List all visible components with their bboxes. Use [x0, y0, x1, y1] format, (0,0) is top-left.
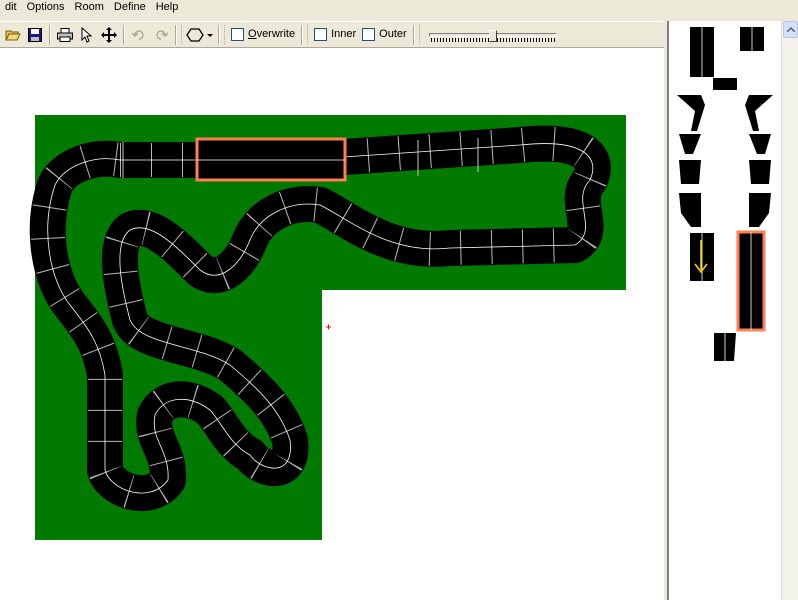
- palette-piece-start-straight[interactable]: [690, 233, 714, 281]
- palette-piece-curve-left-medium[interactable]: [679, 134, 701, 154]
- palette-pieces: [677, 27, 773, 361]
- chevron-up-icon: [786, 27, 795, 32]
- palette-piece-curve-right-tight[interactable]: [749, 193, 771, 227]
- undo-icon: [132, 29, 144, 40]
- toolbar-separator: [218, 24, 220, 45]
- palette-piece-long-straight[interactable]: [690, 27, 714, 77]
- open-button[interactable]: [2, 24, 24, 46]
- toolbar: Overwrite Inner Outer: [0, 21, 664, 48]
- menu-options[interactable]: Options: [22, 1, 70, 14]
- toolbar-grip: [307, 25, 310, 44]
- toolbar-grip: [224, 25, 227, 44]
- save-disk-icon: [28, 27, 42, 42]
- outer-checkbox[interactable]: [362, 28, 376, 41]
- redo-button[interactable]: [150, 24, 172, 46]
- palette-piece-curve-left-large[interactable]: [677, 95, 705, 131]
- menu-define[interactable]: Define: [109, 1, 151, 14]
- scroll-up-button[interactable]: [783, 21, 798, 38]
- toolbar-separator: [175, 24, 177, 45]
- palette-piece-curve-right-large[interactable]: [745, 95, 773, 131]
- slider-thumb[interactable]: [488, 29, 497, 42]
- zoom-slider[interactable]: [428, 27, 557, 43]
- redo-icon: [156, 29, 168, 40]
- palette-piece-crossing-straight[interactable]: [713, 78, 737, 90]
- selected-straight-piece[interactable]: [195, 137, 347, 182]
- select-tool-button[interactable]: [76, 24, 98, 46]
- open-folder-icon: [5, 30, 21, 40]
- toolbar-separator: [123, 24, 125, 45]
- inner-checkbox[interactable]: [314, 28, 328, 41]
- palette-piece-selected-straight[interactable]: [736, 230, 766, 332]
- move-tool-button[interactable]: [98, 24, 120, 46]
- print-button[interactable]: [54, 24, 76, 46]
- palette-scrollbar[interactable]: [781, 21, 798, 600]
- inner-label: Inner: [331, 28, 357, 40]
- menu-help[interactable]: Help: [151, 1, 184, 14]
- palette-piece-curve-right-medium[interactable]: [749, 134, 771, 154]
- move-cross-icon: [101, 26, 117, 43]
- menu-room[interactable]: Room: [70, 1, 109, 14]
- outer-label: Outer: [379, 28, 407, 40]
- track-piece-palette: [667, 21, 798, 600]
- undo-button[interactable]: [128, 24, 150, 46]
- arrow-pointer-icon: [81, 26, 93, 43]
- toolbar-grip: [181, 25, 184, 44]
- overwrite-checkbox-group[interactable]: Overwrite: [231, 28, 295, 41]
- toolbar-separator: [412, 24, 415, 45]
- menu-edit[interactable]: dit: [0, 1, 22, 14]
- save-button[interactable]: [24, 24, 46, 46]
- shape-dropdown-button[interactable]: [185, 24, 215, 46]
- design-canvas[interactable]: [0, 48, 664, 600]
- hexagon-dropdown-icon: [186, 27, 213, 42]
- outer-checkbox-group[interactable]: Outer: [362, 28, 407, 41]
- palette-piece-short-straight[interactable]: [740, 27, 764, 51]
- palette-piece-half-straight[interactable]: [714, 333, 736, 361]
- palette-piece-curve-left-small[interactable]: [679, 160, 701, 184]
- canvas-drawing: [0, 48, 664, 600]
- palette-piece-curve-right-small[interactable]: [749, 160, 771, 184]
- toolbar-grip: [418, 25, 422, 44]
- printer-icon: [57, 27, 73, 42]
- toolbar-separator: [301, 24, 304, 45]
- palette-piece-curve-left-tight[interactable]: [679, 193, 701, 227]
- inner-checkbox-group[interactable]: Inner: [314, 28, 356, 41]
- overwrite-checkbox[interactable]: [231, 28, 244, 41]
- menu-bar: dit Options Room Define Help: [0, 0, 798, 14]
- overwrite-label: Overwrite: [248, 28, 296, 40]
- toolbar-separator: [49, 24, 51, 45]
